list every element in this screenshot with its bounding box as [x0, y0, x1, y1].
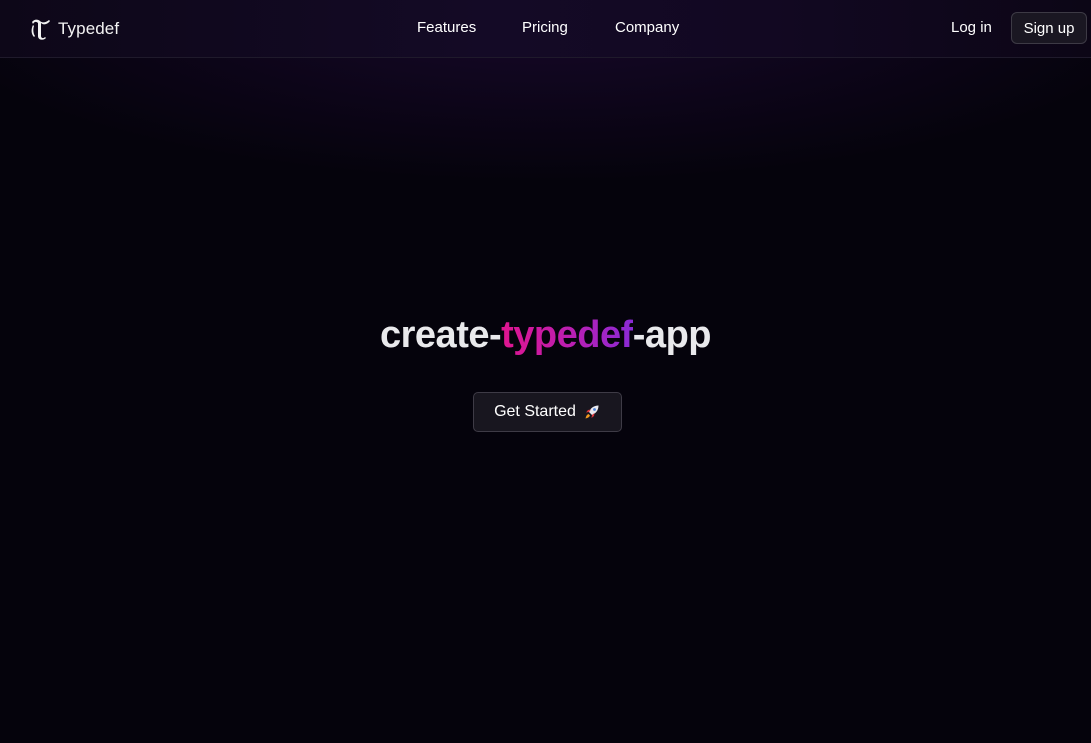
get-started-button[interactable]: Get Started: [473, 392, 622, 432]
nav-link-pricing[interactable]: Pricing: [522, 19, 568, 36]
nav-link-company[interactable]: Company: [615, 19, 679, 36]
login-link[interactable]: Log in: [951, 19, 992, 36]
hero-title-suffix: -app: [632, 314, 712, 356]
get-started-label: Get Started: [494, 403, 576, 420]
hero-title: create-typedef-app: [0, 314, 1091, 357]
hero-title-highlight: typedef: [501, 314, 633, 356]
main-nav: Features Pricing Company: [0, 19, 1091, 39]
landing-page: Typedef Features Pricing Company Log in …: [0, 0, 1091, 743]
top-navbar: Typedef Features Pricing Company Log in …: [0, 0, 1091, 58]
rocket-icon: [583, 403, 601, 421]
signup-button[interactable]: Sign up: [1011, 12, 1087, 44]
hero-title-prefix: create-: [380, 314, 502, 356]
nav-link-features[interactable]: Features: [417, 19, 476, 36]
